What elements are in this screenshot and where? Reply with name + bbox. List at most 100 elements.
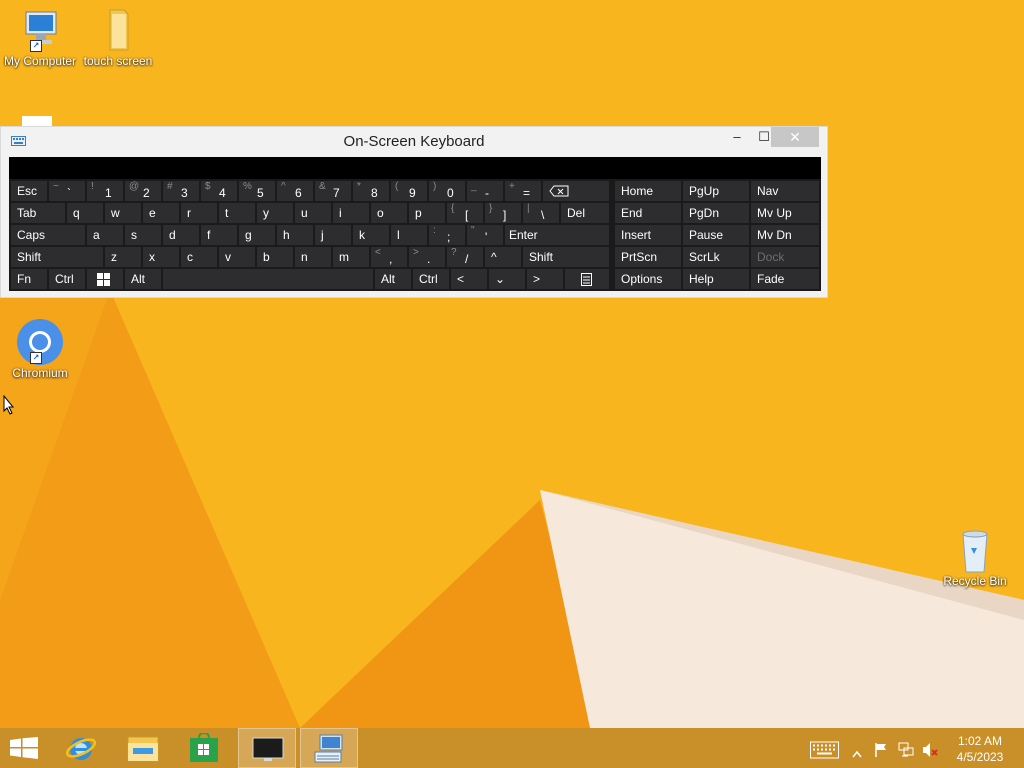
key-equals[interactable]: + =	[505, 181, 541, 201]
key-tab[interactable]: Tab	[11, 203, 65, 223]
key-backspace[interactable]	[543, 181, 609, 201]
key-3[interactable]: #3	[163, 181, 199, 201]
recycle-bin-desktop-icon[interactable]: Recycle Bin	[935, 528, 1015, 588]
key-options[interactable]: Options	[615, 269, 681, 289]
key-end[interactable]: End	[615, 203, 681, 223]
key-z[interactable]: z	[105, 247, 141, 267]
key-ctrl-left[interactable]: Ctrl	[49, 269, 85, 289]
key-r[interactable]: r	[181, 203, 217, 223]
volume-muted-icon[interactable]	[922, 740, 938, 760]
key-bracket-right[interactable]: }]	[485, 203, 521, 223]
key-l[interactable]: l	[391, 225, 427, 245]
key-w[interactable]: w	[105, 203, 141, 223]
key-scrlk[interactable]: ScrLk	[683, 247, 749, 267]
key-pgup[interactable]: PgUp	[683, 181, 749, 201]
key-b[interactable]: b	[257, 247, 293, 267]
key-pause[interactable]: Pause	[683, 225, 749, 245]
internet-explorer-taskbar-button[interactable]	[52, 728, 110, 768]
key-p[interactable]: p	[409, 203, 445, 223]
key-comma[interactable]: <,	[371, 247, 407, 267]
key-prtscn[interactable]: PrtScn	[615, 247, 681, 267]
key-1[interactable]: ! 1	[87, 181, 123, 201]
my-computer-desktop-icon[interactable]: ↗ My Computer	[0, 8, 80, 68]
key-quote[interactable]: " '	[467, 225, 503, 245]
key-home[interactable]: Home	[615, 181, 681, 201]
key-right[interactable]: >	[527, 269, 563, 289]
key-mvdn[interactable]: Mv Dn	[751, 225, 819, 245]
key-ctrl-right[interactable]: Ctrl	[413, 269, 449, 289]
key-t[interactable]: t	[219, 203, 255, 223]
key-backslash[interactable]: | \	[523, 203, 559, 223]
key-x[interactable]: x	[143, 247, 179, 267]
key-y[interactable]: y	[257, 203, 293, 223]
key-windows[interactable]	[87, 269, 123, 289]
key-o[interactable]: o	[371, 203, 407, 223]
close-button[interactable]: ✕	[771, 127, 819, 147]
key-fade[interactable]: Fade	[751, 269, 819, 289]
key-caps[interactable]: Caps	[11, 225, 85, 245]
key-dock[interactable]: Dock	[751, 247, 819, 267]
file-explorer-taskbar-button[interactable]	[114, 728, 172, 768]
key-9[interactable]: (9	[391, 181, 427, 201]
key-up[interactable]: ^	[485, 247, 521, 267]
key-m[interactable]: m	[333, 247, 369, 267]
key-del[interactable]: Del	[561, 203, 609, 223]
touch-screen-desktop-icon[interactable]: touch screen	[78, 8, 158, 68]
key-down[interactable]: ⌄	[489, 269, 525, 289]
remote-desktop-taskbar-button[interactable]	[238, 728, 296, 768]
key-left[interactable]: <	[451, 269, 487, 289]
key-c[interactable]: c	[181, 247, 217, 267]
key-semicolon[interactable]: :;	[429, 225, 465, 245]
key-shift-right[interactable]: Shift	[523, 247, 609, 267]
key-esc[interactable]: Esc	[11, 181, 47, 201]
key-a[interactable]: a	[87, 225, 123, 245]
key-enter[interactable]: Enter	[505, 225, 609, 245]
key-5[interactable]: % 5	[239, 181, 275, 201]
key-n[interactable]: n	[295, 247, 331, 267]
key-fn[interactable]: Fn	[11, 269, 47, 289]
key-f[interactable]: f	[201, 225, 237, 245]
network-icon[interactable]	[898, 740, 914, 760]
key-0[interactable]: ) 0	[429, 181, 465, 201]
key-mvup[interactable]: Mv Up	[751, 203, 819, 223]
touch-keyboard-tray-icon[interactable]	[810, 740, 839, 760]
key-insert[interactable]: Insert	[615, 225, 681, 245]
key-g[interactable]: g	[239, 225, 275, 245]
on-screen-keyboard-taskbar-button[interactable]	[300, 728, 358, 768]
key-help[interactable]: Help	[683, 269, 749, 289]
key-8[interactable]: * 8	[353, 181, 389, 201]
start-button[interactable]	[0, 728, 48, 768]
key-pgdn[interactable]: PgDn	[683, 203, 749, 223]
osk-title-bar[interactable]: On-Screen Keyboard – ☐ ✕	[1, 127, 827, 155]
key-u[interactable]: u	[295, 203, 331, 223]
key-minus[interactable]: _ -	[467, 181, 503, 201]
key-h[interactable]: h	[277, 225, 313, 245]
key-i[interactable]: i	[333, 203, 369, 223]
key-k[interactable]: k	[353, 225, 389, 245]
key-alt-right[interactable]: Alt	[375, 269, 411, 289]
key-v[interactable]: v	[219, 247, 255, 267]
minimize-button[interactable]: –	[725, 127, 749, 147]
key-nav[interactable]: Nav	[751, 181, 819, 201]
key-menu[interactable]	[565, 269, 609, 289]
key-2[interactable]: @2	[125, 181, 161, 201]
key-tilde[interactable]: ~ `	[49, 181, 85, 201]
key-shift-left[interactable]: Shift	[11, 247, 103, 267]
key-alt-left[interactable]: Alt	[125, 269, 161, 289]
key-space[interactable]	[163, 269, 373, 289]
key-period[interactable]: >.	[409, 247, 445, 267]
key-7[interactable]: & 7	[315, 181, 351, 201]
key-6[interactable]: ^ 6	[277, 181, 313, 201]
chromium-desktop-icon[interactable]: ↗ Chromium	[0, 318, 80, 380]
key-e[interactable]: e	[143, 203, 179, 223]
key-4[interactable]: $4	[201, 181, 237, 201]
store-taskbar-button[interactable]	[176, 728, 234, 768]
show-hidden-icons-chevron-icon[interactable]	[852, 744, 862, 764]
key-d[interactable]: d	[163, 225, 199, 245]
taskbar-clock[interactable]: 1:02 AM 4/5/2023	[948, 733, 1012, 765]
key-q[interactable]: q	[67, 203, 103, 223]
key-j[interactable]: j	[315, 225, 351, 245]
key-bracket-left[interactable]: {[	[447, 203, 483, 223]
action-center-flag-icon[interactable]	[874, 740, 888, 760]
key-s[interactable]: s	[125, 225, 161, 245]
